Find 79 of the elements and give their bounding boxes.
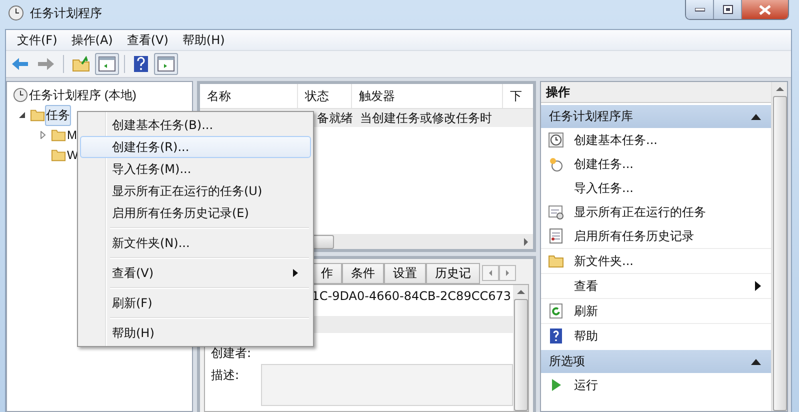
- folder-icon: [51, 147, 66, 163]
- maximize-button[interactable]: [714, 0, 742, 19]
- clock-icon: [548, 156, 564, 172]
- column-header[interactable]: 名称: [200, 84, 298, 108]
- scroll-up-arrow-icon[interactable]: [516, 289, 524, 295]
- tab[interactable]: 历史记: [426, 263, 480, 284]
- menu-item[interactable]: 启用所有任务历史记录(E): [80, 202, 311, 224]
- clock-icon: [548, 132, 564, 148]
- tab-scroll-arrows-icon[interactable]: [482, 265, 516, 281]
- section-header[interactable]: 任务计划程序库: [541, 105, 771, 128]
- tab[interactable]: 设置: [384, 263, 426, 284]
- action-link[interactable]: 创建任务...: [574, 156, 634, 172]
- column-header[interactable]: 下: [503, 84, 533, 108]
- tree-item[interactable]: M: [66, 126, 78, 144]
- collapsed-arrow-icon[interactable]: [39, 131, 47, 139]
- scrollbar[interactable]: [771, 82, 787, 411]
- action-link[interactable]: 导入任务...: [574, 180, 634, 196]
- clock-icon: [8, 5, 24, 21]
- panel-icon: [157, 56, 175, 72]
- action-link[interactable]: 启用所有任务历史记录: [574, 228, 694, 244]
- menu-item[interactable]: 刷新(F): [80, 292, 311, 314]
- calendar-icon: [548, 204, 564, 220]
- close-icon: [759, 4, 771, 14]
- scroll-up-arrow-icon[interactable]: [776, 86, 784, 92]
- action-link[interactable]: 查看: [574, 278, 598, 294]
- menu-item[interactable]: 帮助(H): [175, 32, 232, 48]
- tab[interactable]: 条件: [342, 263, 384, 284]
- collapse-arrow-icon[interactable]: [751, 114, 761, 120]
- panel-title: 操作: [541, 82, 771, 103]
- collapse-arrow-icon[interactable]: [751, 358, 761, 364]
- menu-item[interactable]: 显示所有正在运行的任务(U): [80, 180, 311, 202]
- window-title: 任务计划程序: [30, 4, 102, 22]
- maximize-icon: [722, 5, 732, 14]
- folder-icon: [548, 253, 564, 269]
- menu-item[interactable]: 创建任务(R)...: [80, 136, 311, 158]
- action-link[interactable]: 创建基本任务...: [574, 132, 658, 148]
- expanded-arrow-icon[interactable]: [18, 111, 26, 119]
- folder-icon: [72, 56, 90, 72]
- column-header[interactable]: 状态: [298, 84, 352, 108]
- table-cell-text: 备就绪: [316, 110, 353, 126]
- scroll-right-arrow-icon[interactable]: [523, 238, 529, 246]
- action-link[interactable]: 帮助: [574, 328, 598, 344]
- description-field[interactable]: [261, 364, 513, 406]
- menu-item[interactable]: 新文件夹(N)...: [80, 232, 311, 254]
- column-header[interactable]: 触发器: [352, 84, 503, 108]
- section-header[interactable]: 所选项: [541, 350, 771, 373]
- panel-icon: [98, 56, 116, 72]
- minimize-button[interactable]: [686, 0, 714, 19]
- back-arrow-icon: [11, 57, 29, 71]
- clock-icon: [13, 87, 28, 103]
- action-link[interactable]: 运行: [574, 376, 598, 394]
- field-label: 描述:: [210, 367, 240, 384]
- action-link[interactable]: 显示所有正在运行的任务: [574, 204, 706, 220]
- menu-item[interactable]: 操作(A): [64, 32, 120, 48]
- menu-item[interactable]: 查看(V): [120, 32, 176, 48]
- tree-item[interactable]: 任务: [45, 104, 71, 126]
- console-tree-button[interactable]: [95, 53, 119, 75]
- action-link[interactable]: 新文件夹...: [574, 252, 634, 270]
- action-pane-button[interactable]: [154, 53, 178, 75]
- log-icon: [548, 228, 564, 244]
- refresh-icon: [548, 303, 564, 319]
- id-field: 1C-9DA0-4660-84CB-2C89CC673: [312, 285, 513, 307]
- help-icon: [133, 55, 149, 73]
- menu-item[interactable]: 帮助(H): [80, 322, 311, 344]
- scrollbar[interactable]: [513, 285, 528, 411]
- table-cell-text: 当创建任务或修改任务时: [359, 110, 492, 126]
- submenu-arrow-icon: [755, 281, 761, 291]
- menu-item[interactable]: 查看(V): [80, 262, 311, 284]
- close-button[interactable]: [742, 0, 788, 19]
- tree-item[interactable]: 任务计划程序 (本地): [28, 84, 138, 106]
- menu-item[interactable]: 导入任务(M)...: [80, 158, 311, 180]
- field-label: 创建者:: [210, 345, 252, 362]
- action-link[interactable]: 刷新: [574, 302, 598, 320]
- menu-item[interactable]: 文件(F): [10, 32, 64, 48]
- minimize-icon: [694, 8, 704, 12]
- forward-arrow-icon: [37, 57, 55, 71]
- folder-icon: [51, 127, 66, 143]
- tab[interactable]: 作: [312, 263, 342, 284]
- help-icon: [548, 328, 564, 344]
